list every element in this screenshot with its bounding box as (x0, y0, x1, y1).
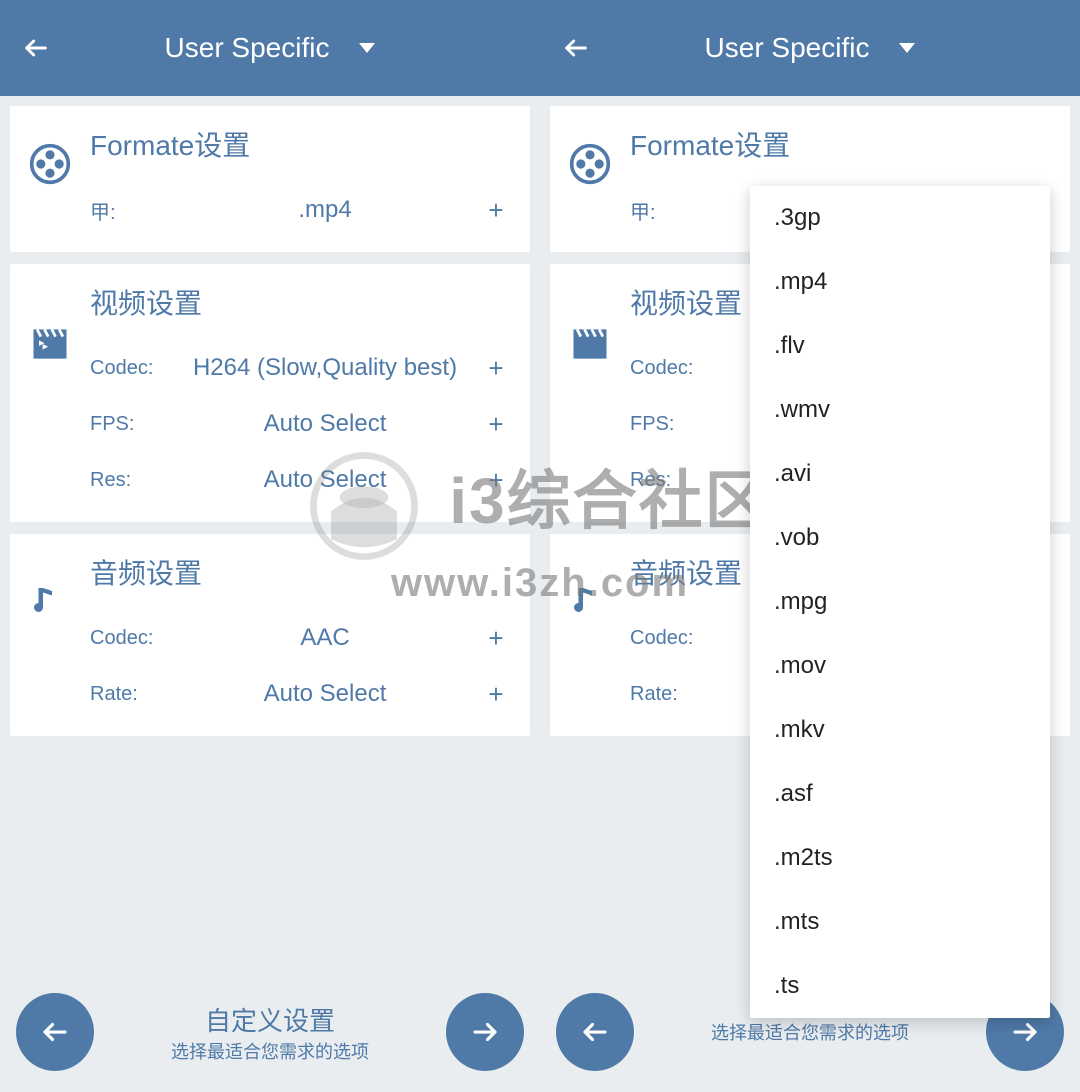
format-option-ts[interactable]: .ts (750, 954, 1050, 1018)
arrow-left-icon (562, 34, 590, 62)
audio-row-rate[interactable]: Rate: Auto Select + (90, 666, 512, 722)
video-card: 视频设置 Codec: H264 (Slow,Quality best) + F… (10, 264, 530, 522)
format-option-mpg[interactable]: .mpg (750, 570, 1050, 634)
format-option-3gp[interactable]: .3gp (750, 186, 1050, 250)
plus-icon[interactable]: + (480, 353, 512, 384)
video-fps-label: FPS: (90, 413, 170, 436)
format-row-0-value: .mp4 (170, 196, 480, 224)
film-reel-icon (28, 124, 72, 238)
plus-icon[interactable]: + (480, 195, 512, 226)
plus-icon[interactable]: + (480, 409, 512, 440)
clapperboard-icon (568, 282, 612, 508)
format-option-vob[interactable]: .vob (750, 506, 1050, 570)
format-option-m2ts[interactable]: .m2ts (750, 826, 1050, 890)
format-title: Formate设置 (90, 124, 512, 164)
video-row-codec[interactable]: Codec: H264 (Slow,Quality best) + (90, 340, 512, 396)
plus-icon[interactable]: + (480, 679, 512, 710)
format-title: Formate设置 (630, 124, 1052, 164)
video-fps-value: Auto Select (170, 410, 480, 438)
arrow-right-icon (470, 1017, 500, 1047)
format-option-mts[interactable]: .mts (750, 890, 1050, 954)
audio-rate-value: Auto Select (170, 680, 480, 708)
music-note-icon (568, 552, 612, 722)
bottom-subtitle: 选择最适合您需求的选项 (94, 1038, 446, 1064)
plus-icon[interactable]: + (480, 465, 512, 496)
video-codec-label: Codec: (630, 357, 710, 380)
appbar-title-text: User Specific (165, 32, 330, 64)
video-res-value: Auto Select (170, 466, 480, 494)
format-option-asf[interactable]: .asf (750, 762, 1050, 826)
format-option-avi[interactable]: .avi (750, 442, 1050, 506)
format-option-mkv[interactable]: .mkv (750, 698, 1050, 762)
video-title: 视频设置 (90, 282, 512, 322)
arrow-left-icon (580, 1017, 610, 1047)
appbar: User Specific (540, 0, 1080, 96)
back-button[interactable] (552, 34, 600, 62)
plus-icon[interactable]: + (480, 623, 512, 654)
prev-button[interactable] (16, 993, 94, 1071)
film-reel-icon (568, 124, 612, 238)
video-codec-value: H264 (Slow,Quality best) (170, 355, 480, 381)
format-option-flv[interactable]: .flv (750, 314, 1050, 378)
audio-title: 音频设置 (90, 552, 512, 592)
audio-card: 音频设置 Codec: AAC + Rate: Auto Select + (10, 534, 530, 736)
video-row-fps[interactable]: FPS: Auto Select + (90, 396, 512, 452)
format-option-mov[interactable]: .mov (750, 634, 1050, 698)
audio-codec-value: AAC (170, 624, 480, 652)
caret-down-icon (359, 43, 375, 53)
appbar-title-dropdown[interactable]: User Specific (60, 32, 480, 64)
audio-codec-label: Codec: (90, 627, 170, 650)
appbar-title-text: User Specific (705, 32, 870, 64)
format-option-wmv[interactable]: .wmv (750, 378, 1050, 442)
video-row-res[interactable]: Res: Auto Select + (90, 452, 512, 508)
appbar-title-dropdown[interactable]: User Specific (600, 32, 1020, 64)
format-row-0[interactable]: 甲: .mp4 + (90, 182, 512, 238)
format-row-0-label: 甲: (630, 196, 710, 225)
audio-rate-label: Rate: (90, 683, 170, 706)
video-res-label: Res: (90, 469, 170, 492)
format-row-0-label: 甲: (90, 196, 170, 225)
audio-row-codec[interactable]: Codec: AAC + (90, 610, 512, 666)
bottom-bar: 自定义设置 选择最适合您需求的选项 (0, 972, 540, 1092)
bottom-title: 自定义设置 (94, 1001, 446, 1038)
bottom-subtitle: 选择最适合您需求的选项 (634, 1019, 986, 1045)
appbar: User Specific (0, 0, 540, 96)
caret-down-icon (899, 43, 915, 53)
clapperboard-icon (28, 282, 72, 508)
prev-button[interactable] (556, 993, 634, 1071)
next-button[interactable] (446, 993, 524, 1071)
format-dropdown: .3gp .mp4 .flv .wmv .avi .vob .mpg .mov … (750, 186, 1050, 1018)
music-note-icon (28, 552, 72, 722)
format-option-mp4[interactable]: .mp4 (750, 250, 1050, 314)
bottom-center: 自定义设置 选择最适合您需求的选项 (94, 1001, 446, 1064)
video-codec-label: Codec: (90, 357, 170, 380)
screen-left: User Specific Formate设置 甲: .mp4 + (0, 0, 540, 1092)
format-card: Formate设置 甲: .mp4 + (10, 106, 530, 252)
back-button[interactable] (12, 34, 60, 62)
arrow-left-icon (40, 1017, 70, 1047)
screen-right: User Specific Formate设置 甲: (540, 0, 1080, 1092)
bottom-center: 选择最适合您需求的选项 (634, 1019, 986, 1045)
content-area: Formate设置 甲: .mp4 + 视频设置 Codec: H264 (Sl… (0, 96, 540, 972)
arrow-left-icon (22, 34, 50, 62)
arrow-right-icon (1010, 1017, 1040, 1047)
